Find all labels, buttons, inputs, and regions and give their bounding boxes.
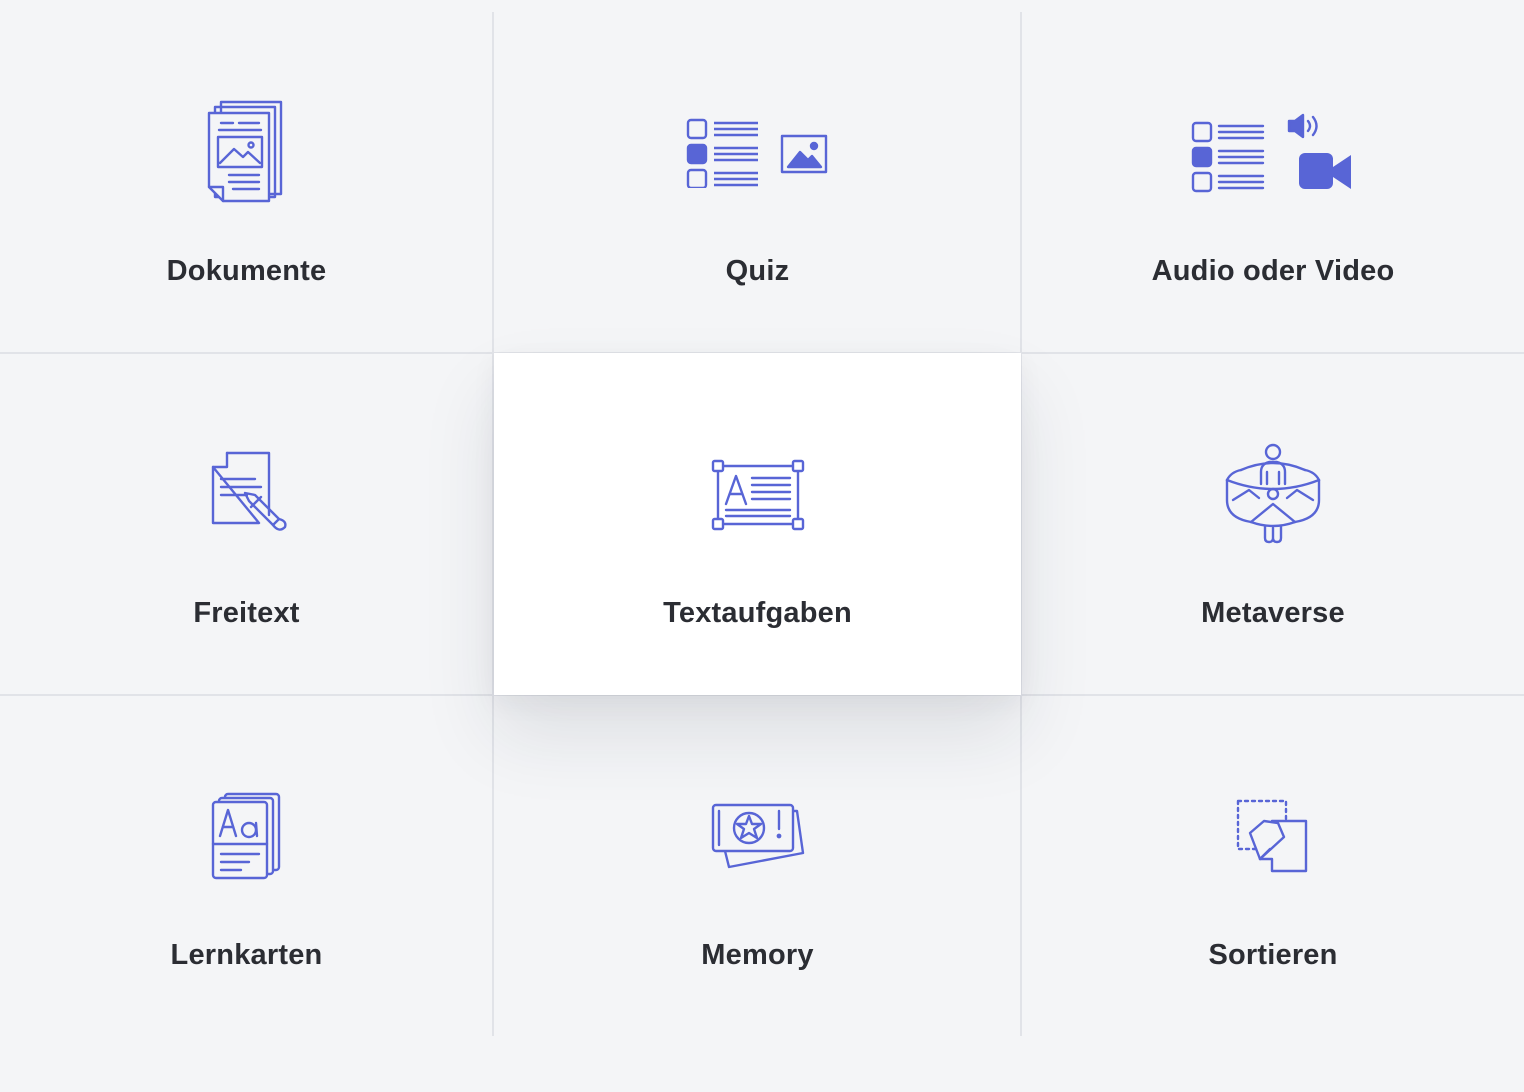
tile-textaufgaben[interactable]: Textaufgaben <box>494 353 1021 695</box>
tile-label: Freitext <box>193 597 300 629</box>
tile-label: Quiz <box>725 255 790 287</box>
memory-cards-icon <box>495 799 1020 873</box>
tile-label: Dokumente <box>166 255 327 287</box>
free-text-icon <box>0 447 493 541</box>
quiz-icon <box>495 114 1020 190</box>
metaverse-icon <box>1022 441 1524 545</box>
audio-video-icon <box>1022 110 1524 194</box>
tile-lernkarten[interactable]: Lernkarten <box>0 695 493 1036</box>
tile-label: Audio oder Video <box>1151 255 1395 287</box>
tile-dokumente[interactable]: Dokumente <box>0 0 493 353</box>
tile-quiz[interactable]: Quiz <box>495 0 1020 353</box>
tile-freitext[interactable]: Freitext <box>0 355 493 693</box>
documents-icon <box>0 98 493 204</box>
activity-type-grid: Dokumente Quiz Audio oder Video Freitext… <box>0 0 1524 1092</box>
text-task-icon <box>494 455 1021 535</box>
tile-label: Textaufgaben <box>663 597 852 629</box>
flashcards-icon <box>0 791 493 881</box>
tile-memory[interactable]: Memory <box>495 695 1020 1036</box>
tile-label: Lernkarten <box>170 939 323 971</box>
tile-label: Sortieren <box>1208 939 1338 971</box>
tile-label: Memory <box>701 939 814 971</box>
sort-icon <box>1022 797 1524 875</box>
tile-metaverse[interactable]: Metaverse <box>1022 355 1524 693</box>
tile-label: Metaverse <box>1201 597 1345 629</box>
tile-sortieren[interactable]: Sortieren <box>1022 695 1524 1036</box>
tile-audio-video[interactable]: Audio oder Video <box>1022 0 1524 353</box>
